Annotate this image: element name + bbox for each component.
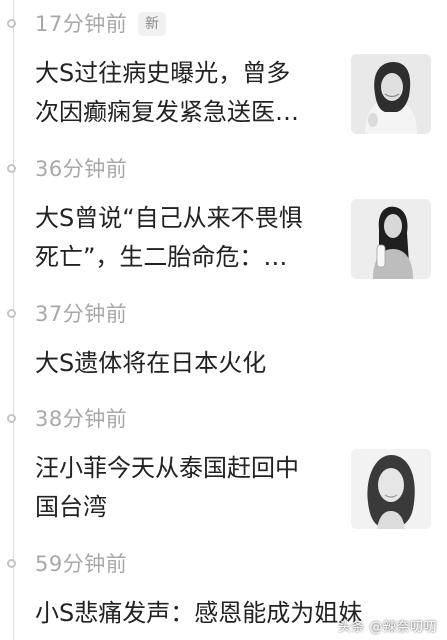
feed-item[interactable]: 37分钟前 大S遗体将在日本火化 (0, 300, 447, 380)
photo-woman-smiling-icon (351, 54, 431, 134)
headline-line: 大S曾说“自己从来不畏惧 (35, 204, 303, 232)
timestamp: 37分钟前 (35, 302, 128, 326)
thumbnail-image[interactable] (351, 199, 431, 279)
timeline-dot (7, 309, 16, 318)
headline-line: 汪小菲今天从泰国赶回中 (35, 454, 299, 482)
headline-line: 大S遗体将在日本火化 (35, 349, 267, 377)
headline[interactable]: 大S遗体将在日本火化 (35, 344, 266, 383)
timeline-dot (7, 414, 16, 423)
feed-item[interactable]: 36分钟前 大S曾说“自己从来不畏惧 死亡”，生二胎命危：… (0, 155, 447, 285)
timeline-dot (7, 19, 16, 28)
feed-item[interactable]: 17分钟前 新 大S过往病史曝光，曾多 次因癫痫复发紧急送医… (0, 10, 447, 140)
new-badge: 新 (138, 12, 166, 36)
headline[interactable]: 大S过往病史曝光，曾多 次因癫痫复发紧急送医… (35, 54, 335, 132)
headline[interactable]: 汪小菲今天从泰国赶回中 国台湾 (35, 449, 335, 527)
headline-line: 次因癫痫复发紧急送医… (35, 98, 299, 126)
photo-woman-holding-bottle-icon (351, 199, 431, 279)
thumbnail-image[interactable] (351, 449, 431, 529)
timestamp: 36分钟前 (35, 157, 128, 181)
thumbnail-image[interactable] (351, 54, 431, 134)
timestamp: 38分钟前 (35, 407, 128, 431)
timestamp: 59分钟前 (35, 552, 128, 576)
headline-line: 国台湾 (35, 493, 107, 521)
feed-item[interactable]: 38分钟前 汪小菲今天从泰国赶回中 国台湾 (0, 405, 447, 535)
timeline-dot (7, 559, 16, 568)
headline[interactable]: 大S曾说“自己从来不畏惧 死亡”，生二胎命危：… (35, 199, 335, 277)
headline-line: 小S悲痛发声：感恩能成为姐妹 (35, 599, 363, 627)
timestamp: 17分钟前 (35, 12, 128, 36)
timeline-dot (7, 164, 16, 173)
watermark: 头条 @辣奈叨叨 (337, 620, 437, 635)
photo-woman-portrait-icon (351, 449, 431, 529)
headline-line: 死亡”，生二胎命危：… (35, 243, 288, 271)
headline[interactable]: 小S悲痛发声：感恩能成为姐妹 (35, 594, 362, 633)
headline-line: 大S过往病史曝光，曾多 (35, 59, 291, 87)
